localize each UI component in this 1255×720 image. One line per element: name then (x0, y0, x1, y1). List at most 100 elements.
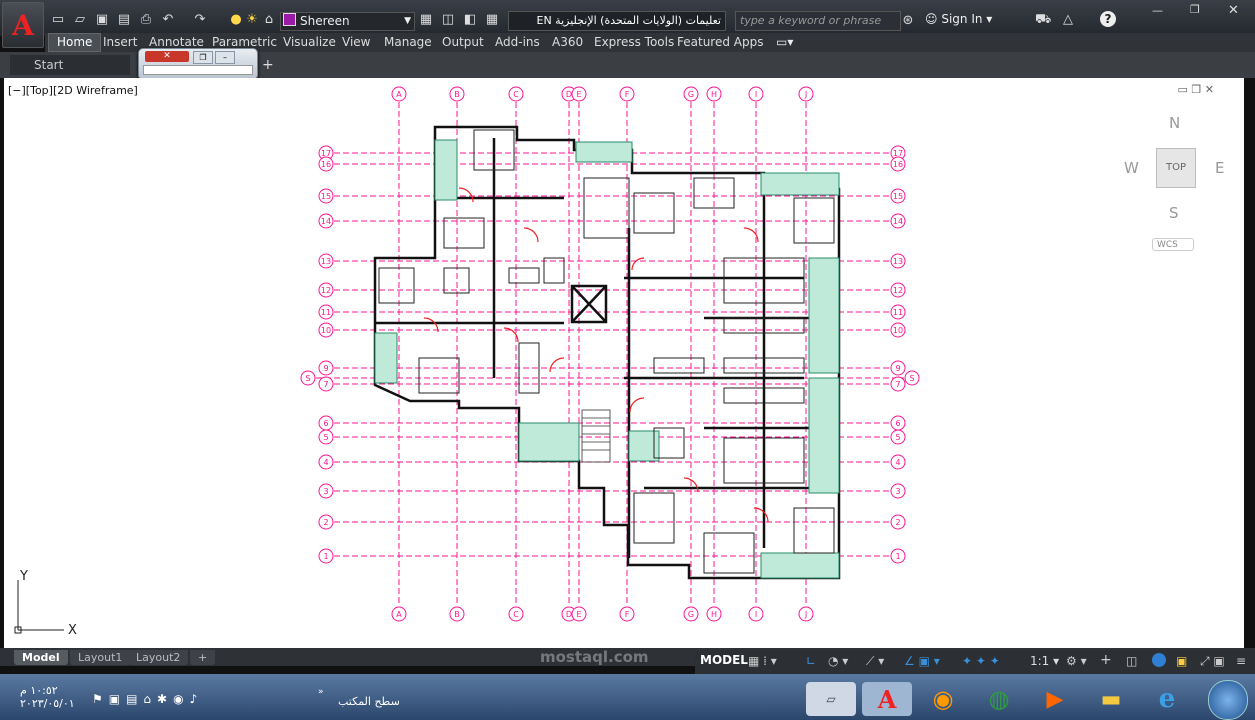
floating-ribbon-window[interactable]: ✕ ❐ – (138, 48, 258, 80)
new-file-icon[interactable]: ▭ (50, 12, 66, 28)
layer-on-bulb-icon[interactable]: ● (228, 12, 244, 28)
minimize-icon[interactable]: – (215, 51, 235, 64)
tab-parametric[interactable]: Parametric (212, 35, 277, 49)
undo-icon[interactable]: ↶ (160, 12, 176, 28)
viewcube-top-face[interactable]: TOP (1156, 148, 1196, 188)
tab-insert[interactable]: Insert (103, 35, 137, 49)
tab-express-tools[interactable]: Express Tools (594, 35, 674, 49)
restore-icon[interactable]: ❐ (193, 51, 213, 64)
taskbar-file-icon[interactable]: ▱ (806, 682, 856, 716)
object-snap-tracking-icon[interactable]: ⟋ ▾ (866, 654, 884, 669)
start-tab[interactable]: Start (10, 55, 130, 75)
customization-icon[interactable]: ≡ (1236, 654, 1246, 668)
tab-layout2[interactable]: Layout2 (128, 650, 189, 665)
grid-bubble-left-5-label: 5 (323, 433, 328, 442)
ucs-y-label: Y (19, 569, 28, 584)
layer-properties-icon[interactable]: ▦ (418, 12, 434, 28)
restore-window-button[interactable]: ❐ (1190, 3, 1200, 16)
layer-dropdown[interactable]: Shereen ▼ (280, 12, 415, 31)
tab-manage[interactable]: Manage (384, 35, 432, 49)
taskbar-autocad-icon[interactable]: A (862, 682, 912, 716)
tab-model[interactable]: Model (14, 650, 68, 665)
start-button[interactable] (1208, 680, 1248, 720)
grid-bubble-top-A-label: A (396, 90, 402, 99)
open-file-icon[interactable]: ▱ (72, 12, 88, 28)
viewcube-west[interactable]: W (1124, 159, 1139, 177)
desktop-toolbar-label[interactable]: سطح المكتب (338, 695, 400, 708)
binoculars-icon[interactable]: ⊛ (900, 13, 916, 29)
layer-freeze-sun-icon[interactable]: ☀ (244, 12, 260, 28)
annotation-scale[interactable]: 1:1 ▾ (1030, 654, 1059, 668)
application-menu-button[interactable]: A (2, 2, 44, 48)
tab-layout1[interactable]: Layout1 (70, 650, 131, 665)
tab-annotate[interactable]: Annotate (149, 35, 204, 49)
grid-bubble-bottom-B-label: B (454, 610, 460, 619)
search-input[interactable]: type a keyword or phrase (735, 11, 901, 31)
grid-bubble-bottom-E-label: E (576, 610, 581, 619)
grid-bubble-top-G-label: G (688, 90, 694, 99)
grid-display-icon[interactable]: ▦ ⁞ ▾ (748, 654, 777, 668)
tab-add-ins[interactable]: Add-ins (495, 35, 540, 49)
viewcube-north[interactable]: N (1169, 114, 1180, 132)
taskbar-media-player-icon[interactable]: ▶ (1030, 682, 1080, 716)
layer-states-icon[interactable]: ◧ (462, 12, 478, 28)
isolate-objects-icon[interactable]: ◫ (1126, 654, 1137, 668)
wcs-dropdown[interactable]: WCS (1152, 238, 1194, 251)
grid-bubble-top-F-label: F (625, 90, 630, 99)
plus-icon[interactable]: + (1100, 652, 1112, 668)
polar-tracking-icon[interactable]: ◔ ▾ (828, 654, 848, 668)
osnap-icon[interactable]: ∠ ▣ ▾ (904, 654, 940, 668)
clean-screen-icon[interactable]: ⤢ ▣ (1200, 654, 1225, 669)
grid-bubble-bottom-J-label: J (804, 610, 807, 619)
ortho-icon[interactable]: ∟ (806, 654, 816, 668)
taskbar-folder-icon[interactable]: ▬ (1086, 682, 1136, 716)
taskbar-chrome-icon[interactable]: ◍ (974, 682, 1024, 716)
grid-bubble-top-H-label: H (711, 90, 717, 99)
show-hidden-icons[interactable]: » (318, 687, 324, 697)
workspace-language-dropdown[interactable]: تعليمات (الولايات المتحدة) الإنجليزية EN (508, 11, 726, 31)
viewport-window-controls[interactable]: ▭ ❐ ✕ (1178, 83, 1214, 96)
taskbar-firefox-icon[interactable]: ◉ (918, 682, 968, 716)
system-tray-icons[interactable]: ⚑▣▤⌂✱◉♪ (92, 692, 203, 706)
add-layout-button[interactable]: + (190, 650, 216, 665)
drawing-canvas[interactable]: [−][Top][2D Wireframe] AABBCCDDEEFFGGHHI… (4, 78, 1244, 648)
close-window-button[interactable]: ✕ (1228, 3, 1239, 18)
tab-output[interactable]: Output (442, 35, 484, 49)
grid-bubble-top-J-label: J (804, 90, 807, 99)
match-layer-icon[interactable]: ◫ (440, 12, 456, 28)
save-icon[interactable]: ▣ (94, 12, 110, 28)
close-icon[interactable]: ✕ (145, 51, 189, 62)
grid-bubble-right-2-label: 2 (895, 518, 900, 527)
cart-icon[interactable]: ⛟ (1035, 12, 1051, 28)
redo-icon[interactable]: ↷ (192, 12, 208, 28)
grid-bubble-left-15-label: 15 (321, 192, 331, 201)
tab-featured-apps[interactable]: Featured Apps (677, 35, 763, 49)
taskbar-ie-icon[interactable]: e (1142, 682, 1192, 716)
workspace-switch-icon[interactable]: ⚙ ▾ (1066, 654, 1087, 668)
sign-in-button[interactable]: ☺ Sign In ▾ (925, 12, 992, 26)
table-icon[interactable]: ▦ (484, 12, 500, 28)
ribbon-toggle-icon[interactable]: ▭▾ (776, 35, 793, 49)
model-space-button[interactable]: MODEL (700, 653, 748, 667)
grid-bubble-top-D-label: D (566, 90, 572, 99)
system-clock[interactable]: ١٠:٥٢ م ٢٠٢٣/٠٥/٠١ (20, 684, 75, 710)
tab-view[interactable]: View (342, 35, 370, 49)
layer-lock-icon[interactable]: ⌂ (261, 12, 277, 28)
grid-bubble-bottom-C-label: C (513, 610, 519, 619)
save-as-icon[interactable]: ▤ (116, 12, 132, 28)
tab-visualize[interactable]: Visualize (283, 35, 336, 49)
hardware-acceleration-icon[interactable] (1152, 653, 1166, 667)
plot-icon[interactable]: ⎙ (138, 12, 154, 28)
grid-bubble-right-11-label: 11 (893, 308, 903, 317)
viewcube-south[interactable]: S (1169, 204, 1179, 222)
add-file-tab-button[interactable]: + (262, 57, 274, 73)
minimize-window-button[interactable]: — (1152, 4, 1163, 17)
tab-a360[interactable]: A360 (552, 35, 583, 49)
quick-properties-icon[interactable]: ▣ (1176, 654, 1187, 668)
grid-bubble-top-I-label: I (755, 90, 757, 99)
annotation-visibility-icon[interactable]: ✦ ✦ ✦ (962, 654, 1000, 668)
viewcube-east[interactable]: E (1215, 159, 1224, 177)
tab-home[interactable]: Home (48, 33, 102, 52)
exchange-icon[interactable]: △ (1060, 12, 1076, 28)
help-button[interactable]: ? (1100, 11, 1116, 27)
